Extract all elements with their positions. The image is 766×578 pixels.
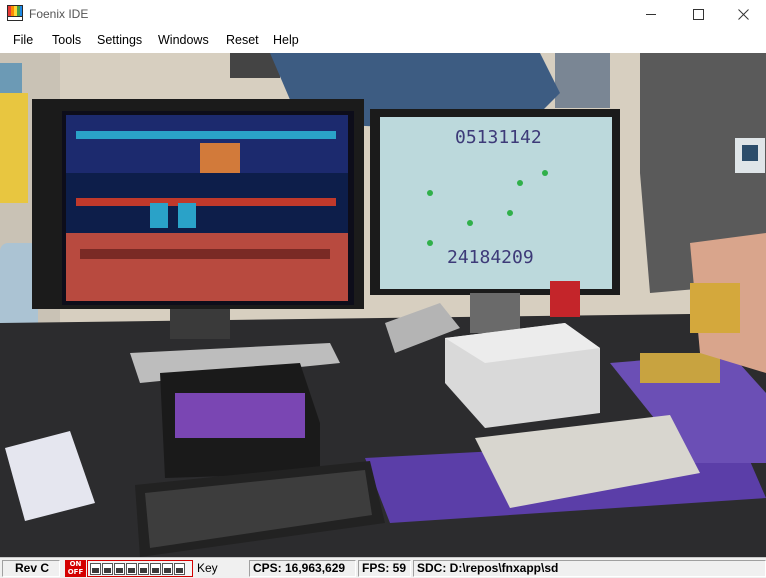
minimize-icon bbox=[645, 14, 656, 15]
title-bar: Foenix IDE bbox=[0, 0, 766, 29]
menu-windows[interactable]: Windows bbox=[158, 33, 209, 47]
power-off-label: OFF bbox=[67, 568, 84, 576]
sdcard-path: SDC: D:\repos\fnxapp\sd bbox=[413, 560, 766, 577]
menu-settings[interactable]: Settings bbox=[97, 33, 142, 47]
power-on-label: ON bbox=[69, 560, 82, 568]
dip-switch-8[interactable] bbox=[174, 562, 185, 575]
dip-switch-7[interactable] bbox=[162, 562, 173, 575]
key-label: Key bbox=[197, 561, 218, 575]
display-image: 05131142 24184209 bbox=[0, 53, 766, 557]
power-switch[interactable]: ON OFF bbox=[65, 560, 86, 577]
dip-switch-3[interactable] bbox=[114, 562, 125, 575]
maximize-button[interactable] bbox=[675, 0, 721, 29]
menu-help[interactable]: Help bbox=[273, 33, 299, 47]
emulator-display[interactable]: 05131142 24184209 bbox=[0, 53, 766, 557]
window-title: Foenix IDE bbox=[29, 7, 89, 21]
minimize-button[interactable] bbox=[628, 0, 674, 29]
menu-file[interactable]: File bbox=[13, 33, 33, 47]
dip-switch-4[interactable] bbox=[126, 562, 137, 575]
cps-readout: CPS: 16,963,629 bbox=[249, 560, 356, 577]
menu-reset[interactable]: Reset bbox=[226, 33, 259, 47]
menu-bar: File Tools Settings Windows Reset Help bbox=[0, 29, 766, 52]
dip-switch-leds[interactable] bbox=[87, 560, 193, 577]
dip-switch-2[interactable] bbox=[102, 562, 113, 575]
maximize-icon bbox=[692, 9, 704, 20]
dip-switch-5[interactable] bbox=[138, 562, 149, 575]
foenix-app-icon bbox=[7, 5, 23, 21]
status-bar: Rev C ON OFF Key CPS: 16,963,629 FPS: 59… bbox=[0, 557, 766, 578]
menu-tools[interactable]: Tools bbox=[52, 33, 81, 47]
close-icon bbox=[737, 9, 749, 20]
fps-readout: FPS: 59 bbox=[358, 560, 411, 577]
right-monitor-top-score: 05131142 bbox=[455, 127, 542, 148]
dip-switch-6[interactable] bbox=[150, 562, 161, 575]
revision-label: Rev C bbox=[2, 560, 60, 577]
close-button[interactable] bbox=[720, 0, 766, 29]
right-monitor-bottom-score: 24184209 bbox=[447, 247, 534, 268]
dip-switch-1[interactable] bbox=[90, 562, 101, 575]
